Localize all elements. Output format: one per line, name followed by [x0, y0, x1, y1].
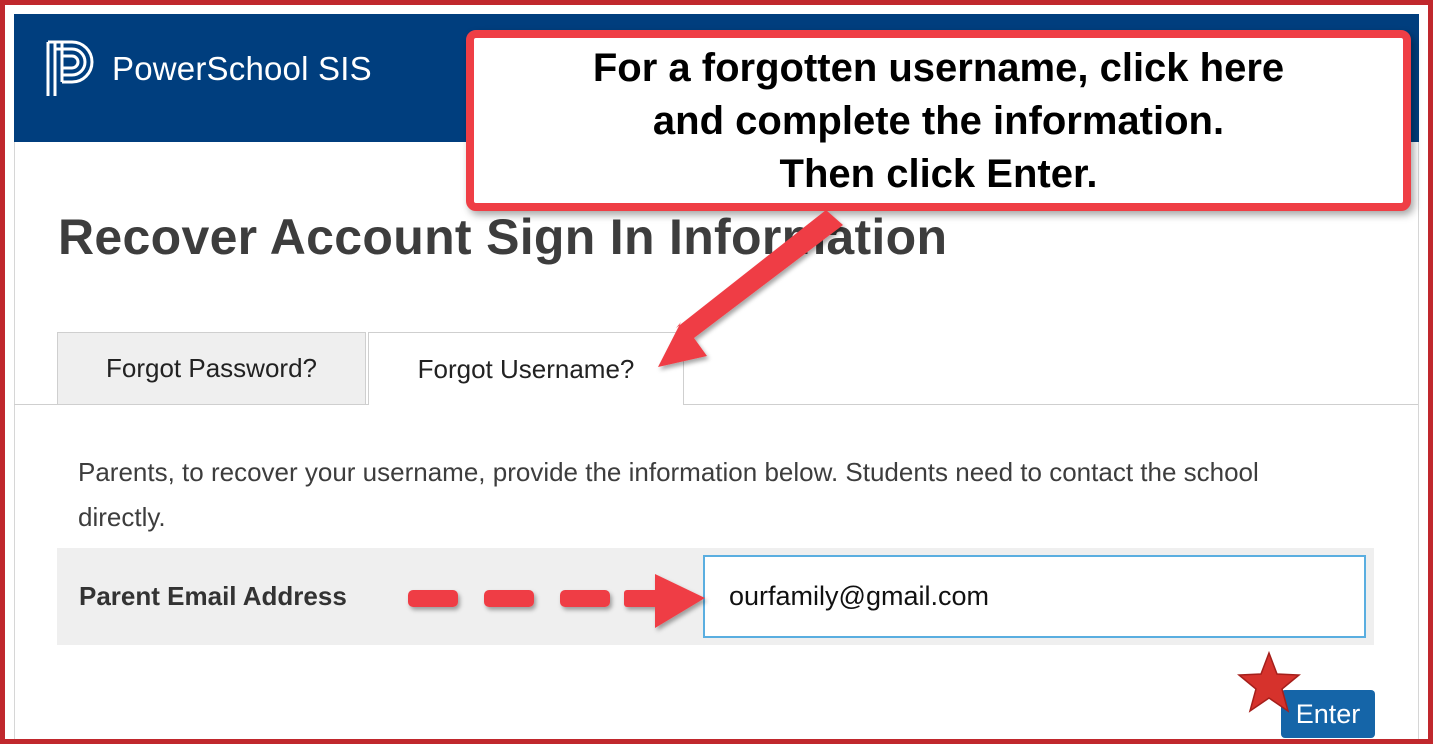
dashed-arrow-to-email — [408, 574, 705, 628]
star-icon — [1237, 650, 1301, 713]
arrow-to-username-tab — [658, 210, 843, 367]
annotation-arrows — [408, 210, 843, 628]
